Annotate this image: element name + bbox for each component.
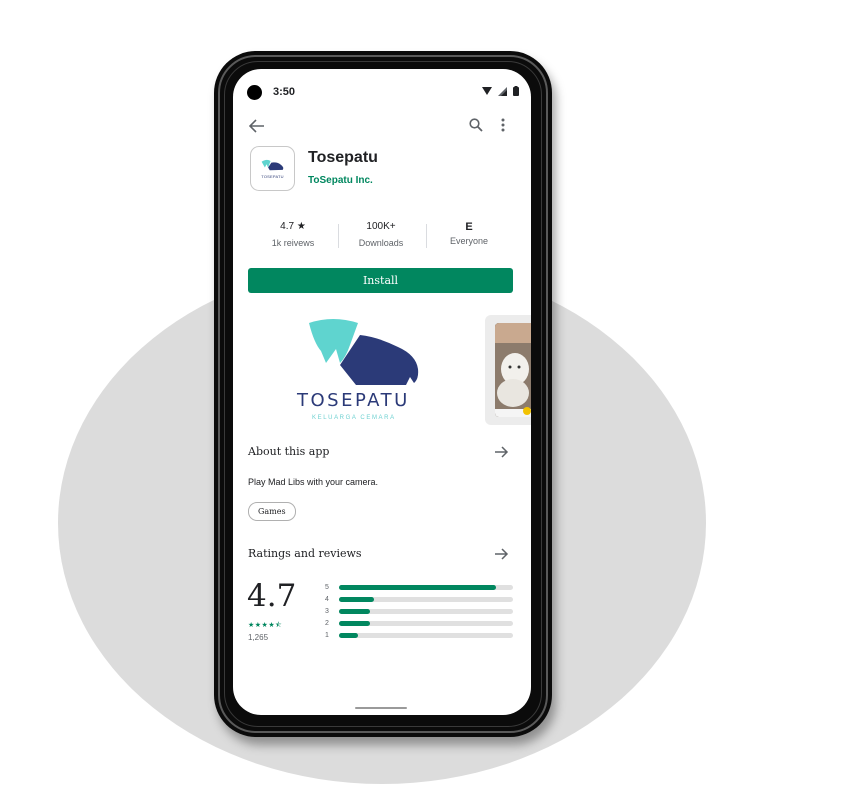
rating-bar-row: 1: [325, 631, 513, 639]
rating-bar-label: 1: [325, 631, 329, 639]
battery-icon: [513, 86, 519, 96]
rating-bar-track: [339, 608, 513, 614]
hero-brand-text: TOSEPATU: [297, 390, 410, 411]
rating-bar-row: 3: [325, 607, 513, 615]
wifi-icon: [482, 87, 492, 95]
rating-bar-label: 3: [325, 607, 329, 615]
phone-screen: 3:50 TOSEPATU Tosepatu ToSepatu Inc. 4.7…: [233, 69, 531, 715]
app-icon-text: TOSEPATU: [261, 174, 284, 179]
rating-count: 1,265: [248, 633, 269, 642]
screenshot-thumbnail[interactable]: [485, 315, 531, 425]
stat-reviews: 1k reivews: [271, 238, 315, 248]
status-time: 3:50: [273, 86, 296, 98]
category-chip[interactable]: Games: [248, 502, 296, 521]
rating-bar-label: 5: [325, 583, 329, 591]
rating-stars: ★★★★⯪: [248, 622, 283, 629]
average-rating: 4.7: [247, 578, 297, 614]
developer-link[interactable]: ToSepatu Inc.: [308, 175, 373, 186]
rating-bar-row: 2: [325, 619, 513, 627]
rating-bar-fill: [339, 596, 374, 602]
star-icon: ★: [296, 221, 306, 232]
content-rating-e-icon: E: [465, 221, 473, 233]
stat-downloads: 100K+ Downloads: [353, 221, 409, 248]
stat-divider: [338, 224, 339, 248]
stat-rating-value: 4.7 ★: [280, 221, 306, 232]
rating-bar-track: [339, 596, 513, 602]
phone-frame: 3:50 TOSEPATU Tosepatu ToSepatu Inc. 4.7…: [214, 51, 552, 737]
ratings-title[interactable]: Ratings and reviews: [248, 547, 362, 560]
rating-bar-fill: [339, 620, 371, 626]
stat-content-rating-label: Everyone: [449, 236, 489, 246]
stat-rating: 4.7 ★ 1k reivews: [265, 221, 321, 248]
rating-bar-track: [339, 620, 513, 626]
app-icon: TOSEPATU: [250, 146, 295, 191]
arrow-forward-icon[interactable]: [495, 446, 509, 458]
front-camera: [247, 85, 262, 100]
about-title[interactable]: About this app: [248, 445, 329, 458]
app-logo-icon: [261, 159, 283, 171]
rating-bar-fill: [339, 632, 359, 638]
rating-bar-track: [339, 632, 513, 638]
stat-downloads-label: Downloads: [358, 238, 404, 248]
status-icons: [482, 86, 519, 96]
rating-bar-row: 4: [325, 595, 513, 603]
stat-divider: [426, 224, 427, 248]
app-description: Play Mad Libs with your camera.: [248, 477, 379, 487]
search-icon[interactable]: [469, 118, 483, 132]
arrow-forward-icon[interactable]: [495, 548, 509, 560]
more-vert-icon[interactable]: [501, 118, 505, 132]
back-arrow-icon[interactable]: [249, 119, 265, 133]
app-title: Tosepatu: [308, 149, 378, 166]
hero-tagline: KELUARGA CEMARA: [312, 415, 396, 421]
rating-bar-track: [339, 584, 513, 590]
rating-bar-fill: [339, 584, 496, 590]
install-button[interactable]: Install: [248, 268, 513, 293]
stat-content-rating[interactable]: E Everyone: [441, 221, 497, 246]
screenshot-photo: [495, 323, 531, 417]
rating-bar-label: 4: [325, 595, 329, 603]
rating-bar-fill: [339, 608, 371, 614]
rating-bar-label: 2: [325, 619, 329, 627]
rating-bar-row: 5: [325, 583, 513, 591]
stat-downloads-value: 100K+: [366, 221, 396, 232]
home-indicator[interactable]: [355, 707, 407, 709]
cat-photo-image: [495, 323, 531, 417]
signal-icon: [498, 86, 507, 96]
